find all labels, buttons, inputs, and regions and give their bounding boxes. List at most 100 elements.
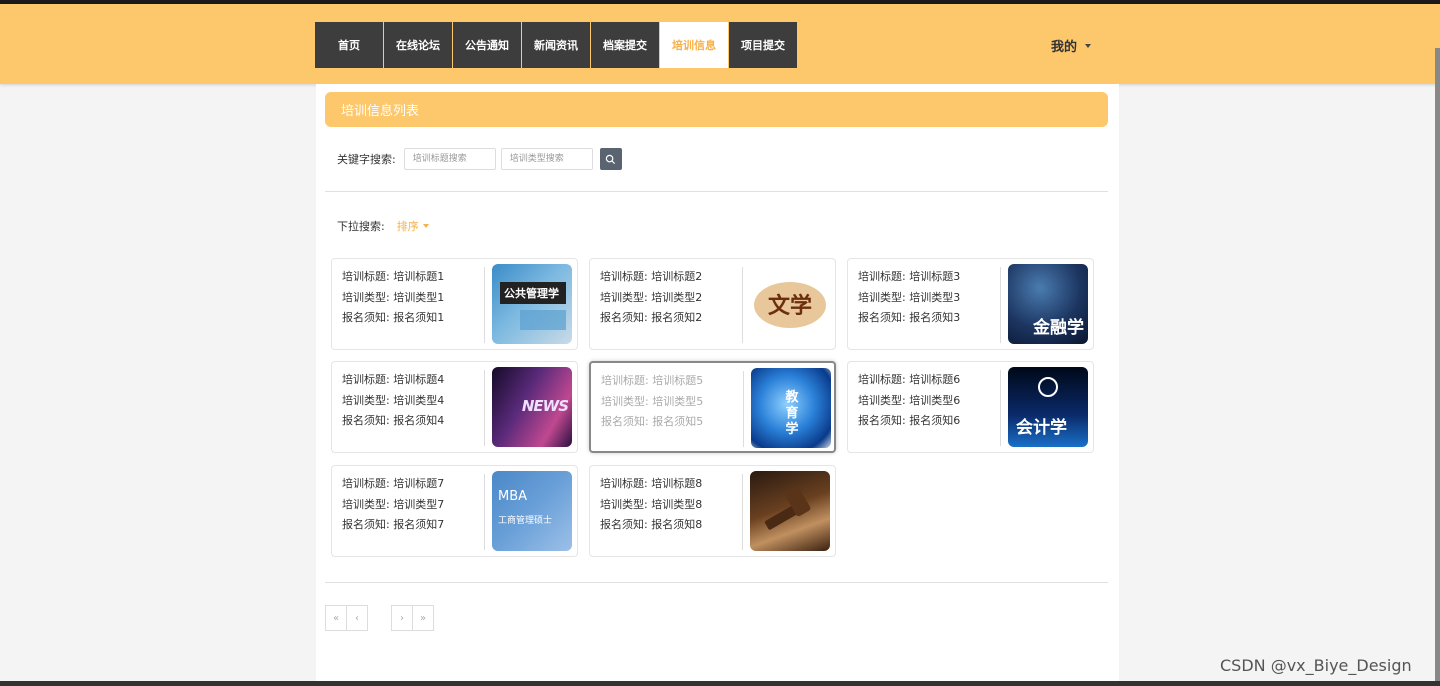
card-text: 培训标题: 培训标题4 培训类型: 培训类型4 报名须知: 报名须知4 [342, 370, 444, 432]
header-bar: 首页 在线论坛 公告通知 新闻资讯 档案提交 培训信息 项目提交 我的 [0, 4, 1440, 84]
card-title: 培训标题: 培训标题3 [858, 270, 961, 283]
card-notice: 报名须知: 报名须知4 [342, 414, 445, 427]
window-bottom-edge [0, 681, 1440, 686]
literature-icon: 文学 [750, 264, 830, 344]
card-title: 培训标题: 培训标题6 [858, 373, 961, 386]
search-row: 关键字搜索: [337, 148, 622, 170]
card-text: 培训标题: 培训标题5 培训类型: 培训类型5 报名须知: 报名须知5 [601, 371, 703, 433]
main-nav: 首页 在线论坛 公告通知 新闻资讯 档案提交 培训信息 项目提交 [315, 22, 798, 68]
search-button[interactable] [599, 148, 622, 170]
card-text: 培训标题: 培训标题3 培训类型: 培训类型3 报名须知: 报名须知3 [858, 267, 960, 329]
card-image-label: 金融学 [1033, 318, 1084, 338]
watermark: CSDN @vx_Biye_Design [1220, 656, 1412, 675]
card-title: 培训标题: 培训标题7 [342, 477, 445, 490]
card-type: 培训类型: 培训类型1 [342, 290, 445, 304]
card-text: 培训标题: 培训标题1 培训类型: 培训类型1 报名须知: 报名须知1 [342, 267, 444, 329]
training-card[interactable]: 培训标题: 培训标题3 培训类型: 培训类型3 报名须知: 报名须知3 金融学 [847, 258, 1094, 350]
card-notice: 报名须知: 报名须知8 [600, 518, 703, 531]
card-title: 培训标题: 培训标题1 [342, 270, 445, 283]
card-divider [484, 474, 485, 550]
user-menu-label: 我的 [1051, 40, 1078, 55]
card-title: 培训标题: 培训标题2 [600, 270, 703, 283]
card-image-label: 会计学 [1016, 418, 1067, 438]
sort-dropdown-label: 排序 [396, 220, 419, 233]
card-divider [484, 370, 485, 446]
finance-icon: 金融学 [1008, 264, 1088, 344]
card-image-label: 教育学 [785, 390, 799, 437]
training-card[interactable]: 培训标题: 培训标题5 培训类型: 培训类型5 报名须知: 报名须知5 教育学 [589, 361, 836, 453]
title-search-input[interactable] [403, 148, 496, 170]
training-card[interactable]: 培训标题: 培训标题7 培训类型: 培训类型7 报名须知: 报名须知7 MBA … [331, 465, 578, 557]
pager-spacer [367, 605, 391, 631]
scrollbar[interactable] [1435, 48, 1440, 681]
card-notice: 报名须知: 报名须知5 [601, 415, 704, 428]
gavel-icon [750, 471, 830, 551]
card-type: 培训类型: 培训类型8 [600, 497, 703, 511]
search-label: 关键字搜索: [337, 153, 396, 166]
nav-item-training[interactable]: 培训信息 [660, 22, 728, 68]
pagination: « ‹ › » [325, 605, 434, 631]
pager-last-button[interactable]: » [412, 605, 434, 631]
card-divider [742, 267, 743, 343]
divider [325, 582, 1108, 583]
book-cover-icon: 公共管理学 [492, 264, 572, 344]
card-image-label: 文学 [767, 293, 812, 319]
news-icon: NEWS [492, 367, 572, 447]
training-card[interactable]: 培训标题: 培训标题8 培训类型: 培训类型8 报名须知: 报名须知8 [589, 465, 836, 557]
training-card[interactable]: 培训标题: 培训标题2 培训类型: 培训类型2 报名须知: 报名须知2 文学 [589, 258, 836, 350]
pager-first-button[interactable]: « [325, 605, 347, 631]
training-card[interactable]: 培训标题: 培训标题1 培训类型: 培训类型1 报名须知: 报名须知1 公共管理… [331, 258, 578, 350]
type-search-input[interactable] [500, 148, 593, 170]
card-image-label: 公共管理学 [504, 287, 559, 300]
card-title: 培训标题: 培训标题5 [601, 374, 704, 387]
user-menu[interactable]: 我的 [1051, 36, 1092, 55]
globe-bulb-icon: 教育学 [751, 368, 831, 448]
nav-item-home[interactable]: 首页 [315, 22, 383, 68]
mba-icon: MBA 工商管理硕士 [492, 471, 572, 551]
card-notice: 报名须知: 报名须知2 [600, 311, 703, 324]
card-divider [484, 267, 485, 343]
training-card[interactable]: 培训标题: 培训标题4 培训类型: 培训类型4 报名须知: 报名须知4 NEWS [331, 361, 578, 453]
card-type: 培训类型: 培训类型3 [858, 290, 961, 304]
pager-prev-button[interactable]: ‹ [346, 605, 368, 631]
card-divider [743, 371, 744, 447]
nav-item-announcements[interactable]: 公告通知 [453, 22, 521, 68]
sort-label: 下拉搜索: [337, 220, 385, 233]
nav-item-forum[interactable]: 在线论坛 [384, 22, 452, 68]
card-type: 培训类型: 培训类型6 [858, 393, 961, 407]
card-image-label: MBA [498, 489, 528, 504]
card-type: 培训类型: 培训类型7 [342, 497, 445, 511]
card-notice: 报名须知: 报名须知6 [858, 414, 961, 427]
card-text: 培训标题: 培训标题7 培训类型: 培训类型7 报名须知: 报名须知7 [342, 474, 444, 536]
sort-row: 下拉搜索: 排序 [337, 218, 429, 234]
content-panel: 培训信息列表 关键字搜索: 下拉搜索: 排序 培训标题: 培训标题1 培训类型:… [316, 84, 1119, 682]
card-image-label: NEWS [521, 397, 569, 415]
card-title: 培训标题: 培训标题8 [600, 477, 703, 490]
nav-item-archive-submit[interactable]: 档案提交 [591, 22, 659, 68]
card-text: 培训标题: 培训标题6 培训类型: 培训类型6 报名须知: 报名须知6 [858, 370, 960, 432]
card-type: 培训类型: 培训类型4 [342, 393, 445, 407]
card-divider [1000, 370, 1001, 446]
card-image-sublabel: 工商管理硕士 [498, 516, 553, 526]
training-card[interactable]: 培训标题: 培训标题6 培训类型: 培训类型6 报名须知: 报名须知6 会计学 [847, 361, 1094, 453]
card-text: 培训标题: 培训标题8 培训类型: 培训类型8 报名须知: 报名须知8 [600, 474, 702, 536]
card-text: 培训标题: 培训标题2 培训类型: 培训类型2 报名须知: 报名须知2 [600, 267, 702, 329]
sort-dropdown[interactable]: 排序 [397, 218, 429, 234]
card-type: 培训类型: 培训类型2 [600, 290, 703, 304]
pager-next-button[interactable]: › [391, 605, 413, 631]
search-icon [605, 154, 616, 164]
card-divider [742, 474, 743, 550]
nav-item-news[interactable]: 新闻资讯 [522, 22, 590, 68]
accounting-icon: 会计学 [1008, 367, 1088, 447]
card-notice: 报名须知: 报名须知3 [858, 311, 961, 324]
section-title: 培训信息列表 [325, 92, 1108, 127]
card-divider [1000, 267, 1001, 343]
card-notice: 报名须知: 报名须知7 [342, 518, 445, 531]
card-type: 培训类型: 培训类型5 [601, 394, 704, 408]
caret-down-icon [1085, 43, 1092, 48]
card-title: 培训标题: 培训标题4 [342, 373, 445, 386]
nav-item-project-submit[interactable]: 项目提交 [729, 22, 797, 68]
card-notice: 报名须知: 报名须知1 [342, 311, 445, 324]
caret-down-icon [422, 224, 429, 228]
divider [325, 191, 1108, 192]
